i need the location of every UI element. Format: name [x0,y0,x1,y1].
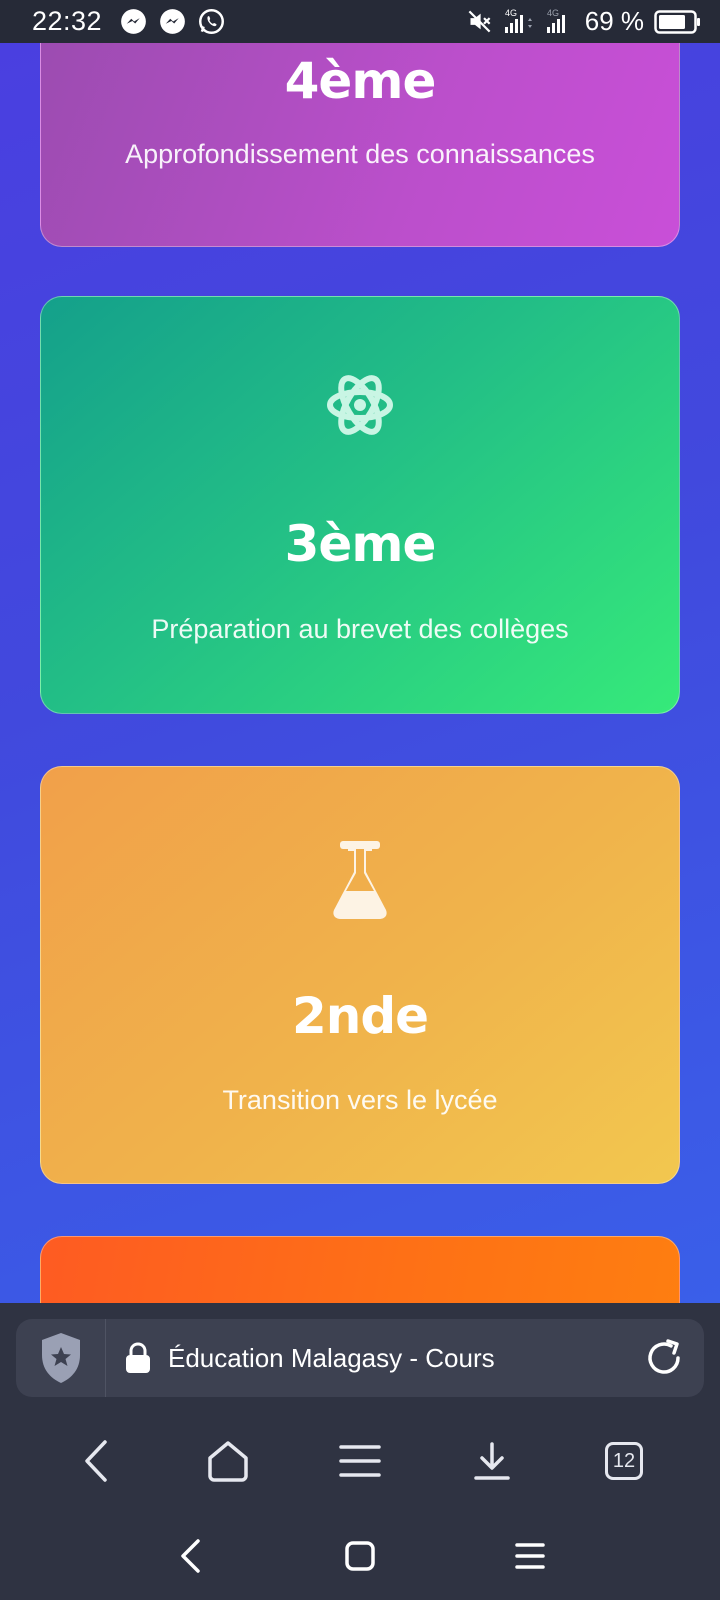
course-card-3eme[interactable]: 3ème Préparation au brevet des collèges [40,296,680,714]
page-content[interactable]: 4ème Approfondissement des connaissances… [0,43,720,1303]
system-navigation-bar [0,1511,720,1600]
download-icon [474,1442,510,1480]
status-right: 4G 4G 69 % [466,6,702,37]
menu-button[interactable] [320,1421,400,1501]
tabs-button[interactable]: 12 [584,1421,664,1501]
network-label-1: 4G [505,8,517,18]
home-button[interactable] [188,1421,268,1501]
signal-icon: 4G [546,8,565,33]
course-card-next[interactable] [40,1236,680,1303]
browser-toolbar: 12 [0,1411,720,1511]
url-title[interactable]: Éducation Malagasy - Cours [168,1343,624,1374]
status-left: 22:32 [32,6,225,37]
home-icon [208,1441,248,1482]
card-title: 4ème [284,52,437,110]
network-label-2: 4G [547,8,559,18]
system-back-button[interactable] [155,1521,225,1591]
card-description: Approfondissement des connaissances [125,139,595,169]
back-icon [85,1440,107,1482]
tab-count: 12 [605,1442,643,1480]
browser-chrome: Éducation Malagasy - Cours 12 [0,1303,720,1600]
system-menu-button[interactable] [495,1521,565,1591]
card-description: Préparation au brevet des collèges [151,614,569,644]
signal-icon: 4G [504,8,532,33]
download-button[interactable] [452,1421,532,1501]
back-button[interactable] [56,1421,136,1501]
flask-icon [333,841,387,919]
menu-icon [339,1445,381,1477]
messenger-icon [121,9,146,34]
status-time: 22:32 [32,6,103,36]
address-bar[interactable]: Éducation Malagasy - Cours [16,1319,704,1397]
system-home-button[interactable] [325,1521,395,1591]
reload-button[interactable] [624,1319,704,1397]
whatsapp-icon [199,9,225,34]
course-card-4eme[interactable]: 4ème Approfondissement des connaissances [40,43,680,247]
reload-icon [648,1339,680,1374]
battery-percent: 69 % [584,6,644,36]
card-title: 2nde [291,987,429,1045]
mute-icon [468,10,491,33]
tracking-protection-button[interactable] [16,1319,106,1397]
course-card-2nde[interactable]: 2nde Transition vers le lycée [40,766,680,1184]
card-title: 3ème [284,515,437,573]
atom-icon [327,375,393,435]
status-bar: 22:32 4G 4G 69 % [0,0,720,43]
back-icon [181,1538,200,1573]
lock-icon [124,1342,152,1374]
menu-icon [515,1542,545,1569]
messenger-icon [160,9,185,34]
card-description: Transition vers le lycée [222,1085,498,1115]
square-icon [345,1540,375,1571]
battery-icon [654,9,700,34]
shield-icon [41,1333,80,1383]
